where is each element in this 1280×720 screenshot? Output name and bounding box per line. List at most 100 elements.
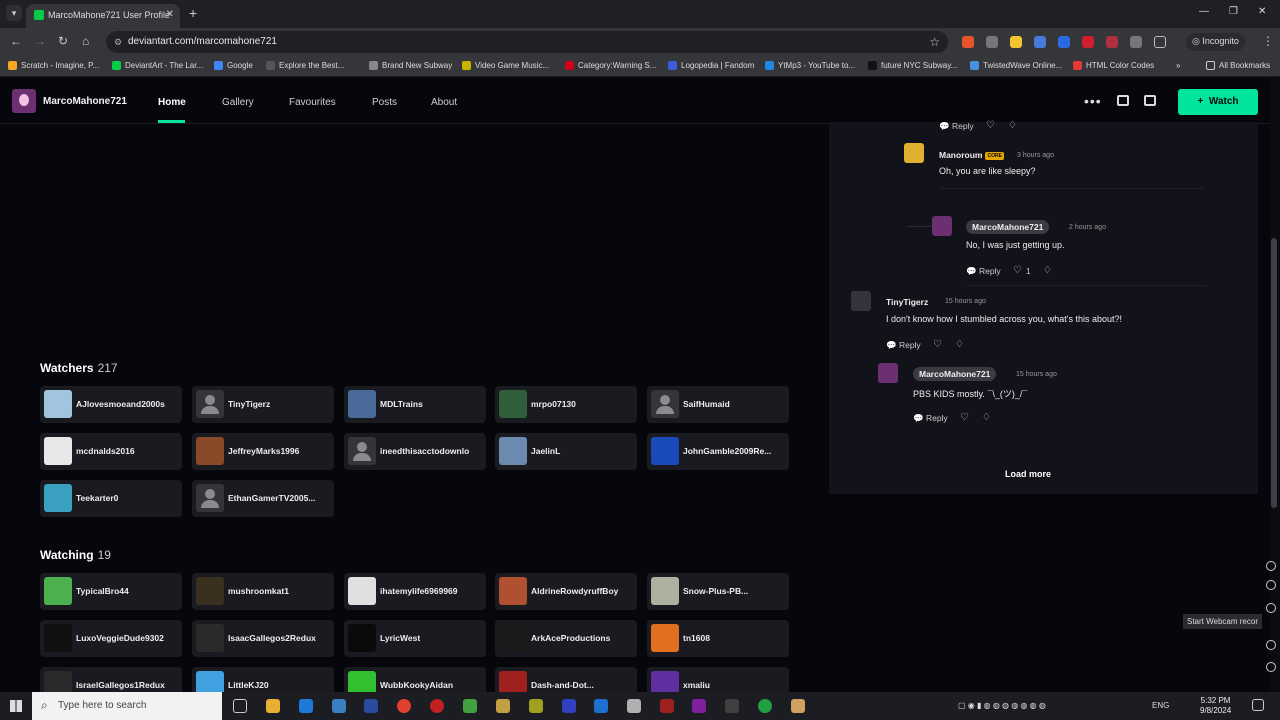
avatar[interactable] — [651, 577, 679, 605]
avatar[interactable] — [499, 624, 527, 652]
user-card[interactable]: IsraelGallegos1Redux — [40, 667, 182, 692]
close-tab-icon[interactable]: ✕ — [166, 9, 174, 20]
user-name[interactable]: ihatemylife6969969 — [380, 586, 482, 596]
avatar[interactable] — [878, 363, 898, 383]
incognito-indicator[interactable]: ◎ Incognito — [1186, 33, 1245, 51]
user-name[interactable]: JaelinL — [531, 446, 633, 456]
avatar[interactable] — [499, 390, 527, 418]
bookmark-item[interactable]: Explore the Best... — [266, 61, 344, 70]
user-name[interactable]: xmaliu — [683, 680, 785, 690]
tab-about[interactable]: About — [431, 97, 457, 108]
system-tray-icons[interactable]: ▢ ◉ ▮ ◍ ◍ ◍ ◍ ◍ ◍ ◍ — [958, 701, 1046, 710]
avatar[interactable] — [348, 390, 376, 418]
user-name[interactable]: Teekarter0 — [76, 493, 178, 503]
avatar[interactable] — [44, 484, 72, 512]
user-card[interactable]: Snow-Plus-PB... — [647, 573, 789, 610]
bookmark-item[interactable]: HTML Color Codes — [1073, 61, 1154, 70]
tab-home[interactable]: Home — [158, 97, 186, 108]
tab-favourites[interactable]: Favourites — [289, 97, 336, 108]
notifications-icon[interactable] — [1252, 699, 1264, 711]
user-card[interactable]: tn1608 — [647, 620, 789, 657]
avatar[interactable] — [196, 624, 224, 652]
user-card[interactable]: JohnGamble2009Re... — [647, 433, 789, 470]
user-name[interactable]: LyricWest — [380, 633, 482, 643]
user-card[interactable]: mcdnalds2016 — [40, 433, 182, 470]
avatar[interactable] — [12, 89, 36, 113]
mail-icon[interactable] — [1144, 95, 1156, 106]
user-card[interactable]: Dash-and-Dot... — [495, 667, 637, 692]
comment-author[interactable]: TinyTigerz — [886, 297, 928, 307]
back-icon[interactable]: ← — [10, 34, 22, 48]
restore-icon[interactable]: ❐ — [1229, 6, 1238, 17]
user-card[interactable]: ineedthisacctodownlo — [344, 433, 486, 470]
avatar[interactable] — [932, 216, 952, 236]
avatar[interactable] — [499, 577, 527, 605]
user-name[interactable]: mushroomkat1 — [228, 586, 330, 596]
avatar[interactable] — [196, 577, 224, 605]
store-icon[interactable] — [299, 699, 313, 713]
bookmarks-overflow-icon[interactable]: » — [1176, 61, 1180, 70]
avatar[interactable] — [499, 437, 527, 465]
window-close-icon[interactable]: ✕ — [1258, 6, 1266, 17]
user-name[interactable]: mcdnalds2016 — [76, 446, 178, 456]
heart-icon[interactable]: ♡ — [986, 120, 995, 131]
user-name[interactable]: IsaacGallegos2Redux — [228, 633, 330, 643]
chrome-icon[interactable] — [397, 699, 411, 713]
user-card[interactable]: xmaliu — [647, 667, 789, 692]
avatar[interactable] — [499, 671, 527, 692]
dislike-icon[interactable]: ♢ — [1043, 265, 1052, 276]
tab-list-button[interactable]: ▾ — [6, 5, 22, 21]
user-card[interactable]: WubbKookyAidan — [344, 667, 486, 692]
dislike-icon[interactable]: ♢ — [982, 412, 991, 423]
user-name[interactable]: mrpo07130 — [531, 399, 633, 409]
forward-icon[interactable]: → — [34, 34, 46, 48]
user-card[interactable]: LyricWest — [344, 620, 486, 657]
extension-icon[interactable] — [1010, 36, 1022, 48]
bookmark-star-icon[interactable]: ☆ — [929, 35, 940, 49]
load-more-button[interactable]: Load more — [1005, 469, 1051, 479]
user-name[interactable]: IsraelGallegos1Redux — [76, 680, 178, 690]
dislike-icon[interactable]: ♢ — [955, 339, 964, 350]
profile-username[interactable]: MarcoMahone721 — [43, 96, 127, 107]
extension-icon[interactable] — [1082, 36, 1094, 48]
app-icon[interactable] — [364, 699, 378, 713]
reply-button[interactable]: 💬 Reply — [939, 121, 974, 132]
reply-button[interactable]: 💬 Reply — [886, 340, 921, 351]
avatar[interactable] — [651, 624, 679, 652]
user-name[interactable]: Dash-and-Dot... — [531, 680, 633, 690]
user-name[interactable]: SaifHumaid — [683, 399, 785, 409]
bookmark-item[interactable]: Scratch - Imagine, P... — [8, 61, 99, 70]
avatar[interactable] — [651, 390, 679, 418]
user-name[interactable]: JeffreyMarks1996 — [228, 446, 330, 456]
user-card[interactable]: LittleKJ20 — [192, 667, 334, 692]
extension-icon[interactable] — [1106, 36, 1118, 48]
user-card[interactable]: LuxoVeggieDude9302 — [40, 620, 182, 657]
windows-start-icon[interactable] — [10, 700, 22, 712]
watch-button[interactable]: + Watch — [1178, 89, 1258, 115]
user-name[interactable]: tn1608 — [683, 633, 785, 643]
avatar[interactable] — [44, 390, 72, 418]
extension-icon[interactable] — [1130, 36, 1142, 48]
bookmark-item[interactable]: future NYC Subway... — [868, 61, 957, 70]
user-card[interactable]: TinyTigerz — [192, 386, 334, 423]
app-icon[interactable] — [692, 699, 706, 713]
extension-icon[interactable] — [962, 36, 974, 48]
avatar[interactable] — [44, 671, 72, 692]
taskbar-clock[interactable]: 5:32 PM 9/8/2024 — [1200, 696, 1231, 716]
user-card[interactable]: EthanGamerTV2005... — [192, 480, 334, 517]
bookmark-item[interactable]: Video Game Music... — [462, 61, 549, 70]
mic-icon[interactable] — [1266, 603, 1276, 613]
address-bar[interactable]: ⚙ deviantart.com/marcomahone721 ☆ — [106, 31, 948, 53]
bookmark-item[interactable]: YtMp3 - YouTube to... — [765, 61, 855, 70]
avatar[interactable] — [196, 390, 224, 418]
heart-icon[interactable]: ♡ — [1013, 265, 1022, 276]
user-name[interactable]: MDLTrains — [380, 399, 482, 409]
app-icon[interactable] — [758, 699, 772, 713]
webcam-icon[interactable] — [1266, 640, 1276, 650]
bookmark-item[interactable]: Brand New Subway — [369, 61, 452, 70]
bookmark-item[interactable]: Google — [214, 61, 253, 70]
avatar[interactable] — [196, 484, 224, 512]
user-card[interactable]: JaelinL — [495, 433, 637, 470]
avatar[interactable] — [348, 577, 376, 605]
user-card[interactable]: SaifHumaid — [647, 386, 789, 423]
